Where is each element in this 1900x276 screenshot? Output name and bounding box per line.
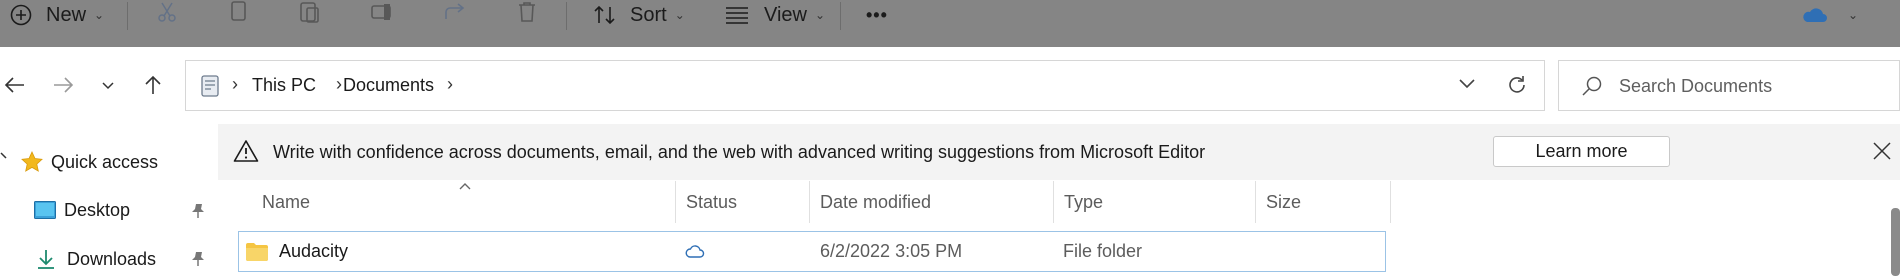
search-box[interactable]: Search Documents <box>1558 60 1900 111</box>
sort-button[interactable]: Sort ⌄ <box>592 0 685 30</box>
more-options-button[interactable]: ••• <box>866 0 888 30</box>
recent-locations-button[interactable] <box>93 73 123 101</box>
command-bar: New ⌄ Sort ⌄ View ⌄ ••• ⌄ <box>0 0 1900 47</box>
rename-icon <box>370 1 396 29</box>
rename-button[interactable] <box>370 0 396 30</box>
column-header-label: Status <box>686 191 738 212</box>
column-header-type[interactable]: Type <box>1054 181 1256 223</box>
share-icon <box>443 1 469 29</box>
sort-button-label: Sort <box>630 3 667 26</box>
clipboard-icon <box>298 0 322 31</box>
toolbar-divider <box>127 2 128 30</box>
banner-message: Write with confidence across documents, … <box>273 142 1206 162</box>
pin-icon[interactable] <box>190 251 206 272</box>
plus-circle-icon <box>10 4 32 26</box>
sidebar-item-label: Downloads <box>67 248 157 269</box>
breadcrumb-chevron-icon: › <box>232 74 238 94</box>
new-button-label: New <box>46 3 87 26</box>
sidebar-item-downloads[interactable]: Downloads <box>36 248 156 270</box>
toolbar-divider <box>840 2 841 30</box>
toolbar-divider <box>566 2 567 30</box>
chevron-down-icon: ⌄ <box>815 8 826 22</box>
vertical-scrollbar-thumb[interactable] <box>1891 208 1900 276</box>
table-row[interactable]: Audacity 6/2/2022 3:05 PM File folder <box>238 231 1386 272</box>
star-icon <box>20 150 44 174</box>
arrow-left-icon <box>4 76 26 99</box>
sidebar-item-label: Quick access <box>51 151 159 172</box>
delete-button[interactable] <box>516 0 538 30</box>
date-modified-cell: 6/2/2022 3:05 PM <box>820 241 963 261</box>
address-bar[interactable]: › This PC › Documents › <box>185 60 1545 111</box>
column-header-label: Name <box>262 191 311 212</box>
onedrive-button[interactable]: ⌄ <box>1800 0 1858 30</box>
this-pc-icon <box>200 74 220 103</box>
column-header-status[interactable]: Status <box>676 181 810 223</box>
trash-icon <box>516 0 538 30</box>
pin-icon[interactable] <box>190 203 206 224</box>
breadcrumb-documents[interactable]: Documents <box>343 75 434 96</box>
chevron-down-icon: ⌄ <box>674 8 685 22</box>
up-button[interactable] <box>138 73 168 101</box>
sort-arrows-icon <box>592 3 618 27</box>
breadcrumb-this-pc[interactable]: This PC <box>252 75 316 96</box>
chevron-down-icon <box>101 78 115 96</box>
column-header-size[interactable]: Size <box>1256 181 1391 223</box>
type-cell: File folder <box>1063 241 1143 261</box>
address-history-chevron-icon[interactable] <box>1458 77 1476 95</box>
sort-ascending-chevron-icon <box>458 178 472 196</box>
copy-button[interactable] <box>228 0 250 30</box>
sidebar-item-quick-access[interactable]: Quick access <box>20 150 158 174</box>
search-placeholder: Search Documents <box>1619 76 1773 96</box>
close-icon[interactable] <box>1872 141 1892 166</box>
desktop-icon <box>34 200 56 221</box>
column-header-date-modified[interactable]: Date modified <box>810 181 1054 223</box>
back-button[interactable] <box>0 73 30 101</box>
arrow-up-icon <box>143 74 163 101</box>
breadcrumb-chevron-icon: › <box>447 74 453 94</box>
cloud-status-icon <box>685 244 705 259</box>
sidebar-item-label: Desktop <box>64 200 131 220</box>
refresh-icon[interactable] <box>1505 73 1529 102</box>
sidebar-item-desktop[interactable]: Desktop <box>34 200 130 221</box>
scissors-icon <box>155 0 179 30</box>
column-header-label: Size <box>1266 191 1302 212</box>
paste-button[interactable] <box>298 0 322 30</box>
forward-button[interactable] <box>48 73 78 101</box>
arrow-right-icon <box>52 76 74 99</box>
column-header-label: Date modified <box>820 191 932 212</box>
chevron-down-icon: ⌄ <box>1848 8 1859 22</box>
learn-more-button[interactable]: Learn more <box>1493 136 1670 167</box>
warning-icon <box>233 139 259 168</box>
chevron-down-icon: ⌄ <box>94 8 105 22</box>
view-list-icon <box>724 5 750 25</box>
download-icon <box>36 248 56 270</box>
copy-icon <box>228 0 250 30</box>
file-name: Audacity <box>279 241 349 261</box>
search-icon <box>1581 75 1603 102</box>
status-cell <box>685 232 705 271</box>
more-options-label: ••• <box>866 4 888 25</box>
breadcrumb-chevron-icon: › <box>336 74 342 94</box>
quick-access-expand-chevron[interactable] <box>0 150 10 169</box>
column-header-label: Type <box>1064 191 1104 212</box>
new-button[interactable]: New ⌄ <box>10 0 104 30</box>
share-button[interactable] <box>443 0 469 30</box>
view-button-label: View <box>764 3 807 26</box>
folder-icon <box>245 242 269 262</box>
file-name-cell: Audacity <box>245 232 348 271</box>
view-button[interactable]: View ⌄ <box>724 0 825 30</box>
cut-button[interactable] <box>155 0 179 30</box>
onedrive-cloud-icon <box>1800 5 1828 25</box>
